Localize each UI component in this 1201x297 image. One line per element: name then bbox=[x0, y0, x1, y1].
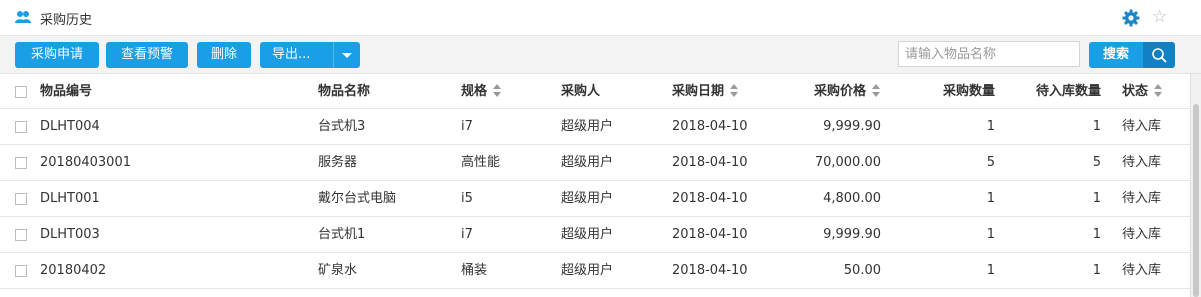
cell-qty: 1 bbox=[986, 263, 995, 278]
column-header-spec[interactable]: 规格 bbox=[461, 74, 502, 109]
cell-price: 9,999.90 bbox=[823, 119, 881, 134]
column-header-buyer[interactable]: 采购人 bbox=[561, 74, 600, 109]
column-header-date[interactable]: 采购日期 bbox=[672, 74, 739, 109]
sort-icon[interactable] bbox=[730, 84, 739, 97]
cell-spec: 桶装 bbox=[461, 263, 488, 278]
cell-price: 50.00 bbox=[843, 263, 881, 278]
search-icon-button[interactable] bbox=[1143, 42, 1175, 68]
scrollbar-thumb[interactable] bbox=[1193, 104, 1199, 297]
cell-spec: i5 bbox=[461, 191, 473, 206]
cell-spec: 高性能 bbox=[461, 155, 501, 170]
export-label: 导出... bbox=[272, 47, 311, 62]
cell-name: 台式机1 bbox=[318, 227, 366, 242]
select-all-checkbox[interactable] bbox=[15, 86, 27, 98]
cell-qty: 5 bbox=[986, 155, 995, 170]
column-header-price[interactable]: 采购价格 bbox=[814, 74, 881, 109]
star-icon[interactable]: ☆ bbox=[1152, 7, 1167, 27]
cell-status: 待入库 bbox=[1122, 155, 1162, 170]
cell-name: 戴尔台式电脑 bbox=[318, 191, 397, 206]
view-warning-button[interactable]: 查看预警 bbox=[106, 42, 188, 68]
column-header-qty[interactable]: 采购数量 bbox=[943, 74, 995, 109]
export-dropdown-button[interactable]: 导出... bbox=[260, 42, 360, 68]
cell-pending: 5 bbox=[1092, 155, 1101, 170]
cell-name: 服务器 bbox=[318, 155, 358, 170]
cell-name: 台式机3 bbox=[318, 119, 366, 134]
cell-price: 70,000.00 bbox=[814, 155, 881, 170]
table-header-row: 物品编号 物品名称 规格 采购人 采购日期 采购价格 采购数量 待入库数量 状态 bbox=[0, 74, 1190, 109]
cell-buyer: 超级用户 bbox=[561, 227, 614, 242]
sort-icon[interactable] bbox=[493, 84, 502, 97]
cell-pending: 1 bbox=[1092, 119, 1101, 134]
cell-spec: i7 bbox=[461, 227, 473, 242]
cell-date: 2018-04-10 bbox=[672, 191, 748, 206]
cell-buyer: 超级用户 bbox=[561, 155, 614, 170]
row-checkbox[interactable] bbox=[15, 193, 27, 205]
search-input[interactable] bbox=[898, 41, 1080, 67]
cell-name: 矿泉水 bbox=[318, 263, 358, 278]
cell-pending: 1 bbox=[1092, 263, 1101, 278]
cell-qty: 1 bbox=[986, 227, 995, 242]
cell-status: 待入库 bbox=[1122, 227, 1162, 242]
export-separator bbox=[333, 42, 334, 68]
cell-qty: 1 bbox=[986, 119, 995, 134]
search-icon bbox=[1152, 48, 1167, 63]
table-row[interactable]: 20180402 矿泉水 桶装 超级用户 2018-04-10 50.00 1 … bbox=[0, 253, 1190, 289]
column-header-name[interactable]: 物品名称 bbox=[318, 74, 370, 109]
delete-button[interactable]: 删除 bbox=[197, 42, 251, 68]
cell-spec: i7 bbox=[461, 119, 473, 134]
cell-qty: 1 bbox=[986, 191, 995, 206]
gear-icon[interactable] bbox=[1122, 9, 1140, 27]
search-button[interactable]: 搜索 bbox=[1089, 42, 1143, 68]
row-checkbox[interactable] bbox=[15, 265, 27, 277]
toolbar: 采购申请 查看预警 删除 导出... 搜索 bbox=[0, 36, 1201, 74]
page-title: 采购历史 bbox=[40, 13, 93, 28]
row-checkbox[interactable] bbox=[15, 121, 27, 133]
cell-buyer: 超级用户 bbox=[561, 191, 614, 206]
caret-down-icon[interactable] bbox=[342, 53, 352, 58]
table-row[interactable]: DLHT001 戴尔台式电脑 i5 超级用户 2018-04-10 4,800.… bbox=[0, 181, 1190, 217]
users-icon bbox=[15, 11, 31, 23]
column-header-status[interactable]: 状态 bbox=[1122, 74, 1163, 109]
sort-icon[interactable] bbox=[872, 84, 881, 97]
cell-buyer: 超级用户 bbox=[561, 119, 614, 134]
cell-date: 2018-04-10 bbox=[672, 263, 748, 278]
cell-date: 2018-04-10 bbox=[672, 119, 748, 134]
row-checkbox[interactable] bbox=[15, 157, 27, 169]
column-header-pending[interactable]: 待入库数量 bbox=[1036, 74, 1101, 109]
title-bar: 采购历史 ☆ bbox=[0, 0, 1201, 36]
table-row[interactable]: 20180403001 服务器 高性能 超级用户 2018-04-10 70,0… bbox=[0, 145, 1190, 181]
cell-date: 2018-04-10 bbox=[672, 227, 748, 242]
cell-code: DLHT001 bbox=[40, 191, 100, 206]
vertical-scrollbar[interactable] bbox=[1190, 74, 1201, 297]
sort-icon[interactable] bbox=[1154, 84, 1163, 97]
cell-pending: 1 bbox=[1092, 191, 1101, 206]
cell-buyer: 超级用户 bbox=[561, 263, 614, 278]
row-checkbox[interactable] bbox=[15, 229, 27, 241]
cell-status: 待入库 bbox=[1122, 119, 1162, 134]
cell-price: 4,800.00 bbox=[823, 191, 881, 206]
cell-date: 2018-04-10 bbox=[672, 155, 748, 170]
column-header-code[interactable]: 物品编号 bbox=[40, 74, 92, 109]
cell-price: 9,999.90 bbox=[823, 227, 881, 242]
purchase-history-table: 物品编号 物品名称 规格 采购人 采购日期 采购价格 采购数量 待入库数量 状态… bbox=[0, 74, 1190, 289]
cell-code: 20180403001 bbox=[40, 155, 131, 170]
cell-pending: 1 bbox=[1092, 227, 1101, 242]
cell-status: 待入库 bbox=[1122, 191, 1162, 206]
cell-code: DLHT004 bbox=[40, 119, 100, 134]
cell-code: DLHT003 bbox=[40, 227, 100, 242]
table-row[interactable]: DLHT004 台式机3 i7 超级用户 2018-04-10 9,999.90… bbox=[0, 109, 1190, 145]
purchase-request-button[interactable]: 采购申请 bbox=[15, 42, 99, 68]
cell-status: 待入库 bbox=[1122, 263, 1162, 278]
table-row[interactable]: DLHT003 台式机1 i7 超级用户 2018-04-10 9,999.90… bbox=[0, 217, 1190, 253]
cell-code: 20180402 bbox=[40, 263, 107, 278]
